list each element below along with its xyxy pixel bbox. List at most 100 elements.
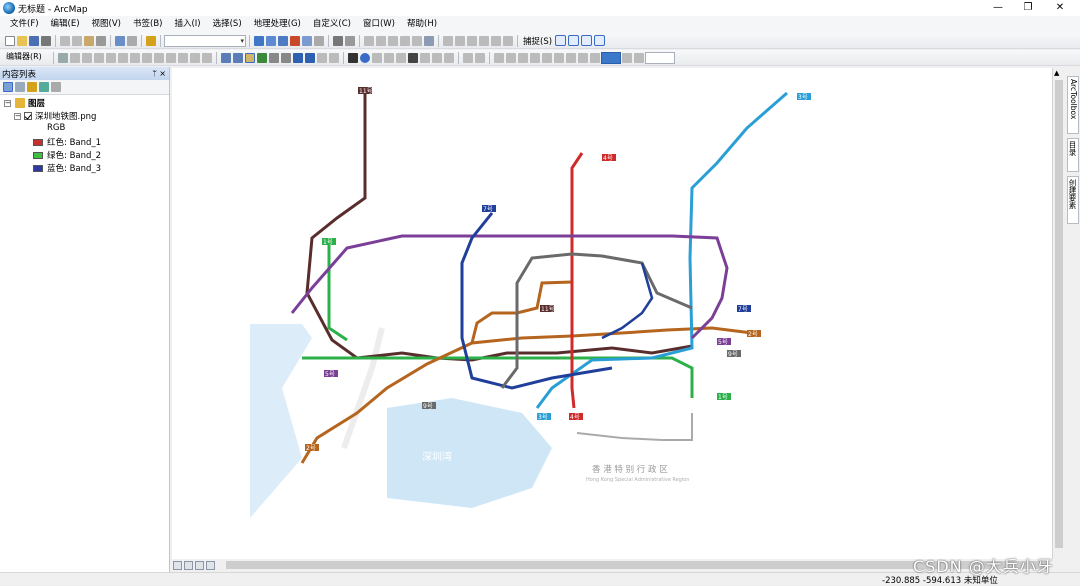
- select-features-icon[interactable]: [317, 52, 327, 63]
- scroll-thumb[interactable]: [1055, 80, 1063, 548]
- tool-icon[interactable]: [70, 52, 80, 63]
- tool-icon[interactable]: [578, 52, 588, 63]
- delete-icon[interactable]: [96, 35, 106, 46]
- edit-vertices-icon[interactable]: [333, 35, 343, 46]
- layer-row[interactable]: − 深圳地铁图.png: [14, 110, 96, 122]
- tool-icon[interactable]: [542, 52, 552, 63]
- zoom-in-icon[interactable]: [221, 52, 231, 63]
- editor-toolbar-icon[interactable]: [254, 35, 264, 46]
- arctoolbox-tab[interactable]: ArcToolbox: [1067, 76, 1079, 134]
- menu-customize[interactable]: 自定义(C): [307, 16, 357, 33]
- reshape-icon[interactable]: [345, 35, 355, 46]
- tool-icon[interactable]: [142, 52, 152, 63]
- tool-icon[interactable]: [94, 52, 104, 63]
- time-slider-icon[interactable]: [432, 52, 442, 63]
- close-panel-icon[interactable]: ×: [159, 67, 166, 80]
- copy-icon[interactable]: [72, 35, 82, 46]
- edge-snap-icon[interactable]: [594, 35, 606, 46]
- cut-icon[interactable]: [60, 35, 70, 46]
- zoom-out-icon[interactable]: [233, 52, 243, 63]
- catalog-tab[interactable]: 目录: [1067, 138, 1079, 172]
- print-icon[interactable]: [41, 35, 51, 46]
- redo-icon[interactable]: [127, 35, 137, 46]
- snapping-label[interactable]: 捕捉(S): [521, 35, 554, 47]
- pan-hand-icon[interactable]: [245, 52, 255, 63]
- band-row[interactable]: 蓝色: Band_3: [33, 162, 101, 174]
- list-by-source-icon[interactable]: [15, 82, 25, 92]
- band-row[interactable]: 绿色: Band_2: [33, 149, 101, 161]
- open-folder-icon[interactable]: [17, 35, 27, 46]
- table-of-contents-icon[interactable]: [266, 35, 276, 46]
- add-data-icon[interactable]: [146, 35, 156, 46]
- tool-icon[interactable]: [530, 52, 540, 63]
- fixed-zoom-out-icon[interactable]: [281, 52, 291, 63]
- blue-band-swatch[interactable]: [33, 164, 43, 172]
- catalog-icon[interactable]: [278, 35, 288, 46]
- tool-icon[interactable]: [455, 35, 465, 46]
- save-icon[interactable]: [29, 35, 39, 46]
- menu-selection[interactable]: 选择(S): [207, 16, 248, 33]
- tool-icon[interactable]: [518, 52, 528, 63]
- tool-icon[interactable]: [491, 35, 501, 46]
- menu-bookmarks[interactable]: 书签(B): [127, 16, 168, 33]
- find-icon[interactable]: [408, 52, 418, 63]
- tool-icon[interactable]: [503, 35, 513, 46]
- tool-icon[interactable]: [634, 52, 644, 63]
- tool-icon[interactable]: [106, 52, 116, 63]
- maximize-button[interactable]: ❐: [1013, 0, 1043, 16]
- collapse-icon[interactable]: −: [14, 112, 21, 120]
- point-snap-icon[interactable]: [555, 35, 567, 46]
- vertex-snap-icon[interactable]: [581, 35, 593, 46]
- data-view-icon[interactable]: [173, 560, 182, 570]
- layer-name[interactable]: 深圳地铁图.png: [35, 110, 96, 122]
- map-view[interactable]: 深圳湾 11号 4号 3号 7号 1号 2号 9号 11号 2号 1号 9号 5…: [172, 68, 1052, 559]
- layout-view-icon[interactable]: [184, 560, 193, 570]
- collapse-icon[interactable]: −: [4, 99, 11, 107]
- tool-icon[interactable]: [154, 52, 164, 63]
- red-band-swatch[interactable]: [33, 138, 43, 146]
- back-extent-icon[interactable]: [293, 52, 303, 63]
- close-button[interactable]: ✕: [1045, 0, 1075, 16]
- tool-icon[interactable]: [118, 52, 128, 63]
- tool-icon[interactable]: [412, 35, 422, 46]
- list-by-selection-icon[interactable]: [39, 82, 49, 92]
- green-band-swatch[interactable]: [33, 151, 43, 159]
- end-snap-icon[interactable]: [568, 35, 580, 46]
- menu-windows[interactable]: 窗口(W): [357, 16, 401, 33]
- tool-icon[interactable]: [475, 52, 485, 63]
- tool-icon[interactable]: [506, 52, 516, 63]
- tool-icon[interactable]: [82, 52, 92, 63]
- minimize-button[interactable]: —: [983, 0, 1013, 16]
- tool-icon[interactable]: [376, 35, 386, 46]
- fill-color-picker[interactable]: [601, 51, 621, 64]
- viewer-icon[interactable]: [444, 52, 454, 63]
- menu-file[interactable]: 文件(F): [4, 16, 45, 33]
- measure-icon[interactable]: [396, 52, 406, 63]
- paste-icon[interactable]: [84, 35, 94, 46]
- list-by-drawing-order-icon[interactable]: [3, 82, 13, 92]
- clear-selection-icon[interactable]: [329, 52, 339, 63]
- tool-icon[interactable]: [479, 35, 489, 46]
- tool-icon[interactable]: [424, 35, 434, 46]
- tool-icon[interactable]: [443, 35, 453, 46]
- menu-view[interactable]: 视图(V): [86, 16, 127, 33]
- menu-help[interactable]: 帮助(H): [401, 16, 443, 33]
- tool-icon[interactable]: [463, 52, 473, 63]
- tool-icon[interactable]: [554, 52, 564, 63]
- create-features-tab[interactable]: 创建要素: [1067, 176, 1079, 224]
- tool-icon[interactable]: [400, 35, 410, 46]
- tool-icon[interactable]: [130, 52, 140, 63]
- scale-combo[interactable]: ▾: [164, 34, 246, 47]
- tool-icon[interactable]: [590, 52, 600, 63]
- tool-icon[interactable]: [202, 52, 212, 63]
- full-extent-icon[interactable]: [257, 52, 267, 63]
- menu-edit[interactable]: 编辑(E): [45, 16, 86, 33]
- list-by-visibility-icon[interactable]: [27, 82, 37, 92]
- new-document-icon[interactable]: [5, 35, 15, 46]
- map-vertical-scrollbar[interactable]: ▲: [1052, 68, 1064, 559]
- model-builder-icon[interactable]: [314, 35, 324, 46]
- layers-root-row[interactable]: − 图层: [4, 97, 45, 109]
- html-popup-icon[interactable]: [384, 52, 394, 63]
- python-window-icon[interactable]: [302, 35, 312, 46]
- menu-insert[interactable]: 插入(I): [168, 16, 206, 33]
